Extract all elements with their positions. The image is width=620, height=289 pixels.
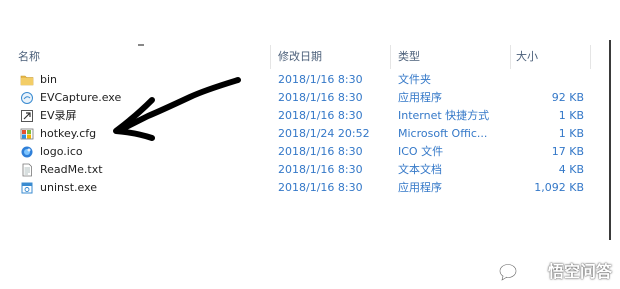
watermark-text: 悟空问答 <box>547 262 612 281</box>
hand-drawn-arrow-icon <box>113 77 241 141</box>
chat-bubble-icon <box>499 263 517 281</box>
